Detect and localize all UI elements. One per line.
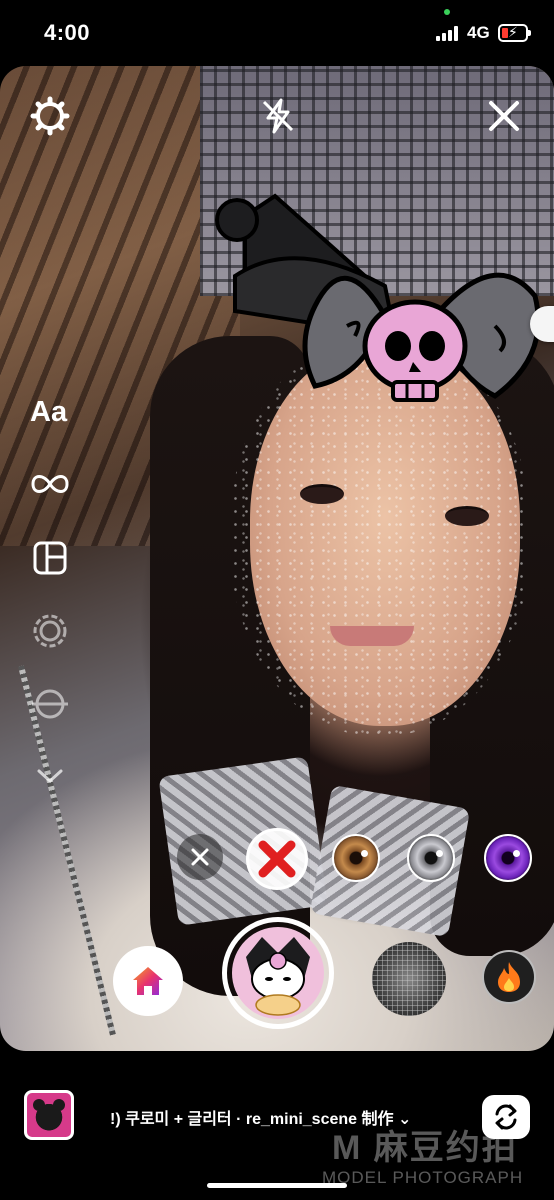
no-lens-option[interactable] (246, 828, 308, 890)
battery-icon: ⚡ (498, 24, 531, 42)
layout-button[interactable] (30, 538, 70, 578)
lens-highlight (436, 850, 443, 857)
home-icon (133, 967, 163, 995)
camera-preview[interactable]: Aa (0, 66, 554, 1051)
level-icon (32, 689, 68, 719)
kuromi-icon (246, 937, 310, 1016)
close-icon (489, 101, 519, 131)
home-indicator[interactable] (207, 1183, 347, 1188)
kuromi-hat-overlay (215, 193, 541, 402)
network-type: 4G (467, 23, 490, 42)
status-bar: 4:00 4G ⚡ (0, 0, 554, 66)
multi-capture-button[interactable] (30, 611, 70, 651)
kuromi-effect-thumbnail (232, 927, 324, 1019)
face-mesh-effect-button[interactable] (372, 942, 446, 1016)
brown-lens-option[interactable] (332, 834, 380, 882)
create-text-button[interactable]: Aa (30, 396, 67, 429)
close-camera-button[interactable] (482, 94, 526, 138)
capture-button[interactable] (222, 917, 334, 1029)
face-mesh-icon (372, 942, 446, 1016)
fire-effect-button[interactable] (482, 950, 536, 1004)
flash-off-icon (262, 98, 294, 134)
layout-icon (33, 541, 67, 575)
eye-right (445, 506, 489, 526)
settings-button[interactable] (28, 94, 72, 138)
lips (330, 626, 414, 646)
lens-highlight (513, 850, 520, 857)
clear-effect-button[interactable] (177, 834, 223, 880)
privacy-indicator (444, 9, 450, 15)
home-effect-button[interactable] (113, 946, 183, 1016)
signal-icon (436, 25, 462, 41)
level-button[interactable] (30, 684, 70, 724)
red-x-icon (258, 840, 296, 878)
status-time: 4:00 (44, 20, 91, 45)
boomerang-button[interactable] (30, 464, 70, 504)
lens-highlight (361, 850, 368, 857)
more-tools-button[interactable] (30, 756, 70, 796)
close-icon (191, 848, 209, 866)
gear-icon (30, 96, 70, 136)
eye-left (300, 484, 344, 504)
chevron-down-icon (37, 769, 63, 784)
boomerang-icon (31, 475, 69, 493)
gallery-thumbnail-button[interactable] (24, 1090, 74, 1140)
fire-icon (498, 962, 520, 992)
watermark-logo: M 麻豆约拍 (332, 1129, 518, 1167)
grey-lens-option[interactable] (407, 834, 455, 882)
watermark-text: MODEL PHOTOGRAPH (322, 1168, 524, 1187)
gallery-preview-icon (33, 1099, 65, 1130)
flash-button[interactable] (256, 94, 300, 138)
purple-lens-option[interactable] (484, 834, 532, 882)
multi-capture-icon (33, 614, 67, 648)
